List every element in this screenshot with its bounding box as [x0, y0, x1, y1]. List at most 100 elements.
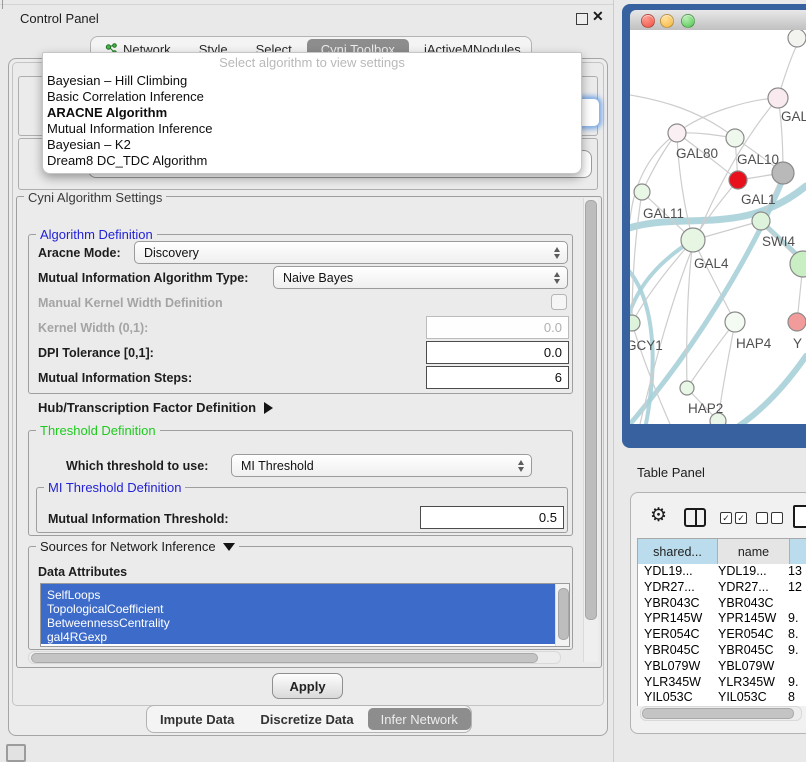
table-cell: YPR145W [718, 611, 788, 627]
table-cell: YPR145W [638, 611, 718, 627]
tab-discretize-data[interactable]: Discretize Data [247, 706, 366, 732]
dropdown-placeholder: Select algorithm to view settings [43, 53, 581, 73]
split-columns-icon[interactable] [684, 508, 706, 527]
table-row[interactable]: YBL079WYBL079W [638, 659, 806, 675]
network-node[interactable] [726, 129, 744, 147]
network-view-canvas[interactable]: GALGAL80GAL10GAL1GAL11SWI4GAL4GCY1HAP4YH… [630, 30, 806, 424]
network-node-label: GAL4 [694, 256, 729, 271]
mi-algorithm-type-combobox[interactable]: Naive Bayes [273, 266, 568, 289]
network-edge[interactable] [642, 133, 677, 192]
minimize-traffic-light-icon[interactable] [660, 14, 674, 28]
network-node-label: Y [793, 336, 802, 351]
algorithm-option[interactable]: Bayesian – K2 [43, 137, 581, 153]
cyni-settings-title: Cyni Algorithm Settings [24, 190, 166, 205]
table-cell: YBR045C [638, 643, 718, 659]
network-node[interactable] [634, 184, 650, 200]
network-node[interactable] [725, 312, 745, 332]
network-node[interactable] [681, 228, 705, 252]
table-row[interactable]: YIL053CYIL053C8 [638, 690, 806, 706]
float-window-icon[interactable] [576, 13, 588, 25]
table-hscrollbar-thumb[interactable] [642, 708, 794, 719]
deselect-all-icon[interactable] [756, 512, 783, 524]
aracne-mode-combobox[interactable]: Discovery [134, 241, 568, 264]
dpi-tolerance-input[interactable]: 0.0 [426, 341, 569, 364]
attributes-scrollbar-thumb[interactable] [558, 588, 569, 640]
settings-scrollbar-track[interactable] [583, 198, 598, 662]
network-node[interactable] [729, 171, 747, 189]
network-node[interactable] [788, 30, 806, 47]
algorithm-option[interactable]: Dream8 DC_TDC Algorithm [43, 153, 581, 169]
which-threshold-combobox[interactable]: MI Threshold [231, 454, 532, 477]
table-cell: YER054C [638, 627, 718, 643]
table-row[interactable]: YDL19...YDL19...13 [638, 564, 806, 580]
network-node[interactable] [788, 313, 806, 331]
mi-threshold-input[interactable]: 0.5 [420, 506, 564, 529]
algorithm-option[interactable]: ARACNE Algorithm [43, 105, 581, 121]
algorithm-option[interactable]: Basic Correlation Inference [43, 89, 581, 105]
network-edge[interactable] [632, 240, 693, 323]
column-header-partial[interactable] [790, 539, 806, 565]
select-all-icon[interactable]: ✓✓ [720, 512, 747, 524]
aracne-mode-value: Discovery [144, 246, 199, 260]
algorithm-option[interactable]: Bayesian – Hill Climbing [43, 73, 581, 89]
column-header-shared[interactable]: shared... [638, 539, 718, 565]
tab-infer-network[interactable]: Infer Network [368, 708, 471, 730]
hub-definition-toggle[interactable]: Hub/Transcription Factor Definition [38, 400, 273, 415]
table-hscrollbar-track[interactable] [640, 706, 802, 721]
mi-steps-input[interactable]: 6 [426, 366, 569, 389]
attribute-item[interactable]: SelfLoops [41, 588, 556, 602]
zoom-traffic-light-icon[interactable] [681, 14, 695, 28]
floating-palette-icon[interactable] [6, 744, 26, 762]
kernel-width-input[interactable]: 0.0 [426, 316, 569, 339]
sources-toggle[interactable]: Sources for Network Inference [36, 539, 239, 554]
manual-kernel-label: Manual Kernel Width Definition [38, 296, 223, 310]
manual-kernel-checkbox[interactable] [551, 294, 567, 310]
network-node[interactable] [668, 124, 686, 142]
panel-splitter[interactable] [613, 0, 614, 762]
table-row[interactable]: YPR145WYPR145W9. [638, 611, 806, 627]
table-row[interactable]: YBR045CYBR045C9. [638, 643, 806, 659]
gear-icon[interactable]: ⚙ [650, 504, 667, 527]
table-row[interactable]: YBR043CYBR043C [638, 596, 806, 612]
settings-hscrollbar-track[interactable] [28, 651, 561, 664]
table-cell: YBR043C [718, 596, 788, 612]
settings-scrollbar-thumb[interactable] [585, 200, 597, 620]
table-row[interactable]: YLR345WYLR345W9. [638, 675, 806, 691]
apply-button[interactable]: Apply [272, 673, 343, 699]
control-panel-title: Control Panel [20, 11, 99, 26]
table-cell: YBL079W [718, 659, 788, 675]
combo-arrows-icon [554, 247, 560, 259]
tab-impute-data[interactable]: Impute Data [147, 706, 247, 732]
algorithm-option[interactable]: Mutual Information Inference [43, 121, 581, 137]
data-attributes-list: SelfLoopsTopologicalCoefficientBetweenne… [41, 588, 569, 644]
table-cell: YDL19... [718, 564, 788, 580]
network-node[interactable] [768, 88, 788, 108]
attribute-item[interactable]: BetweennessCentrality [41, 616, 556, 630]
column-header-name[interactable]: name [718, 539, 790, 565]
table-row[interactable]: YDR27...YDR27...12 [638, 580, 806, 596]
attribute-item[interactable]: gal4RGexp [41, 630, 556, 644]
table-cell: 12 [788, 580, 806, 596]
close-icon[interactable]: ✕ [592, 8, 604, 25]
close-traffic-light-icon[interactable] [641, 14, 655, 28]
network-node[interactable] [680, 381, 694, 395]
table-cell: YIL053C [718, 690, 788, 706]
table-row[interactable]: YER054CYER054C8. [638, 627, 806, 643]
network-node[interactable] [630, 315, 640, 331]
attribute-item[interactable]: TopologicalCoefficient [41, 602, 556, 616]
network-edge-thick[interactable] [736, 356, 806, 424]
algorithm-dropdown-list: Bayesian – Hill ClimbingBasic Correlatio… [43, 73, 581, 169]
network-edge[interactable] [687, 322, 735, 388]
settings-hscrollbar-thumb[interactable] [31, 653, 538, 663]
network-node-label: GCY1 [630, 338, 663, 353]
tab-infer-network-label: Infer Network [381, 712, 458, 727]
table-cell: YLR345W [718, 675, 788, 691]
network-window-titlebar[interactable] [630, 10, 806, 31]
network-node[interactable] [790, 251, 806, 277]
network-edge[interactable] [677, 98, 778, 133]
kernel-width-label: Kernel Width (0,1): [38, 321, 148, 335]
attributes-scrollbar-track[interactable] [555, 584, 569, 646]
expanded-arrow-icon [223, 543, 235, 551]
network-node[interactable] [752, 212, 770, 230]
new-table-icon[interactable] [793, 505, 806, 528]
